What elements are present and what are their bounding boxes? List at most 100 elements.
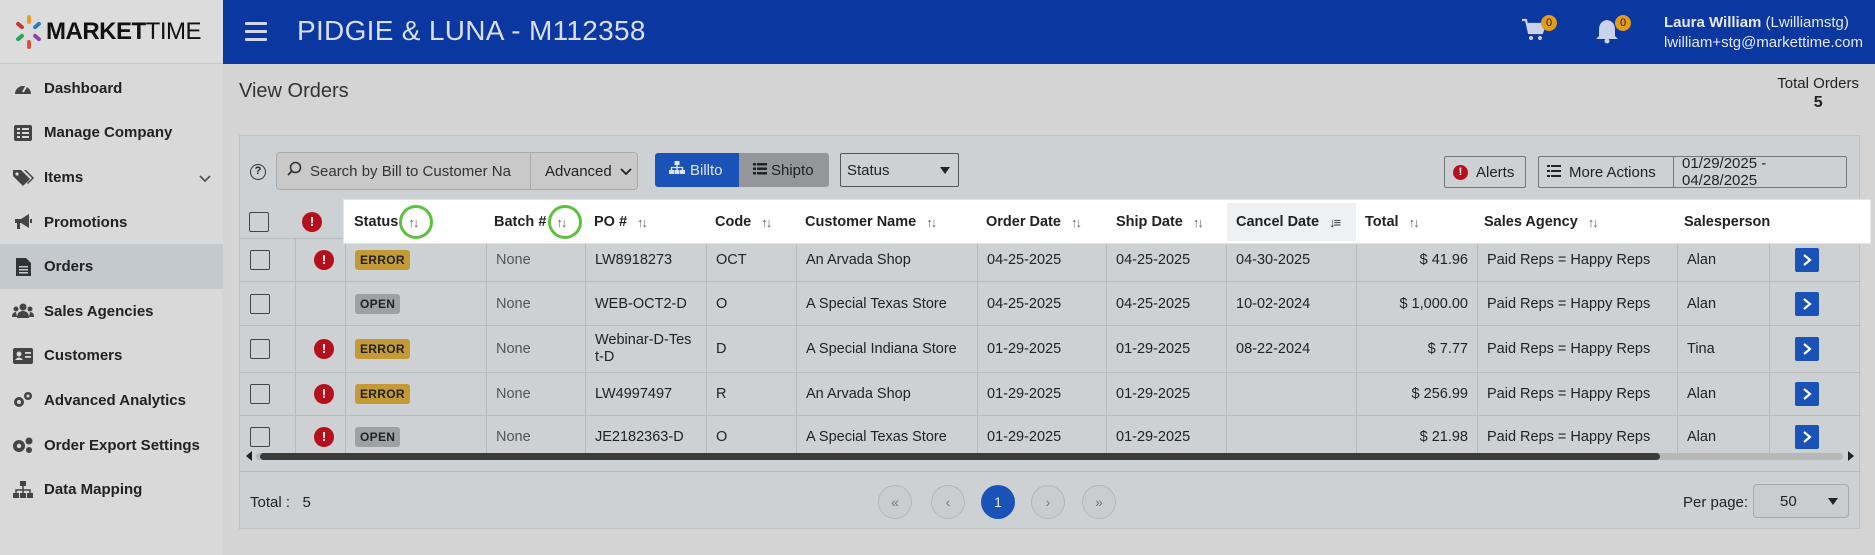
- sidebar-item-items[interactable]: Items: [0, 155, 223, 200]
- status-filter-select[interactable]: Status: [840, 153, 959, 187]
- customer-cell: A Special Texas Store: [796, 282, 977, 325]
- column-header-salesperson[interactable]: Salesperson: [1675, 203, 1770, 241]
- page-number-button[interactable]: 1: [981, 485, 1015, 519]
- cart-icon[interactable]: 0: [1521, 15, 1557, 46]
- alerts-button[interactable]: ! Alerts: [1444, 156, 1526, 188]
- column-header-po[interactable]: PO # ↑↓: [585, 203, 648, 241]
- shipto-toggle[interactable]: Shipto: [739, 153, 829, 187]
- view-order-button[interactable]: [1795, 425, 1819, 449]
- view-order-button[interactable]: [1795, 337, 1819, 361]
- po-cell: LW4997497: [585, 373, 706, 415]
- sort-icon[interactable]: ↑↓: [761, 215, 772, 230]
- table-row[interactable]: ! ERROR None Webinar-D-Tes t-D D A Special Ind…: [240, 325, 1861, 372]
- billto-toggle[interactable]: Billto: [655, 153, 739, 187]
- per-page-select[interactable]: 50: [1753, 484, 1849, 518]
- sort-icon[interactable]: ↑↓: [1409, 215, 1420, 230]
- exclamation-icon[interactable]: !: [314, 427, 334, 447]
- row-checkbox[interactable]: [250, 339, 270, 359]
- code-cell: O: [706, 282, 796, 325]
- help-icon[interactable]: ?: [250, 164, 266, 180]
- action-cell: [1769, 239, 1861, 281]
- sort-icon[interactable]: ↑↓: [1071, 215, 1082, 230]
- sort-icon[interactable]: ↑↓: [926, 215, 937, 230]
- order-code: O: [716, 295, 728, 312]
- exclamation-icon[interactable]: !: [314, 339, 334, 359]
- column-header-ship-date[interactable]: Ship Date ↑↓: [1107, 203, 1204, 241]
- sidebar-item-sales-agencies[interactable]: Sales Agencies: [0, 289, 223, 334]
- prev-page-button[interactable]: ‹: [931, 485, 965, 519]
- po-cell: LW8918273: [585, 239, 706, 281]
- total-orders: Total Orders 5: [1777, 74, 1859, 112]
- next-page-button[interactable]: ›: [1031, 485, 1065, 519]
- row-checkbox[interactable]: [250, 427, 270, 447]
- sidebar-item-orders[interactable]: Orders: [0, 244, 223, 289]
- total-count: Total : 5: [250, 494, 311, 511]
- hamburger-menu-icon[interactable]: [245, 22, 267, 41]
- status-filter-label: Status: [847, 161, 890, 179]
- more-actions-label: More Actions: [1569, 163, 1656, 181]
- advanced-search-dropdown[interactable]: Advanced: [531, 152, 638, 190]
- order-total: $ 41.96: [1419, 252, 1468, 268]
- alert-cell: [295, 282, 345, 325]
- first-page-button[interactable]: «: [878, 485, 912, 519]
- view-order-button[interactable]: [1795, 291, 1819, 316]
- sidebar-item-customers[interactable]: Customers: [0, 334, 223, 379]
- scroll-right-icon[interactable]: [1848, 451, 1854, 461]
- sort-icon[interactable]: ↑↓: [637, 215, 648, 230]
- column-header-code[interactable]: Code ↑↓: [706, 203, 772, 241]
- sidebar-item-advanced-analytics[interactable]: Advanced Analytics: [0, 378, 223, 423]
- sort-icon[interactable]: ↑↓: [1193, 215, 1204, 230]
- sort-icon[interactable]: ↑↓: [1588, 215, 1599, 230]
- chevron-right-icon: [1803, 388, 1812, 400]
- exclamation-icon[interactable]: !: [314, 384, 334, 404]
- sidebar-item-dashboard[interactable]: Dashboard: [0, 66, 223, 111]
- notification-count-badge: 0: [1615, 15, 1631, 31]
- alert-cell: !: [295, 326, 345, 372]
- row-checkbox[interactable]: [250, 384, 270, 404]
- exclamation-icon[interactable]: !: [314, 250, 334, 270]
- sidebar-item-label: Order Export Settings: [44, 436, 200, 454]
- user-info[interactable]: Laura William (Lwilliamstg) lwilliam+stg…: [1664, 13, 1863, 53]
- list-icon: [1547, 164, 1561, 181]
- scroll-left-icon[interactable]: [246, 451, 252, 461]
- select-all-checkbox[interactable]: [249, 212, 269, 232]
- cogs-icon: [12, 436, 34, 454]
- column-header-customer-name[interactable]: Customer Name ↑↓: [796, 203, 937, 241]
- bell-icon[interactable]: 0: [1595, 15, 1631, 46]
- table-row[interactable]: OPEN None WEB-OCT2-D O A Special Texas Store…: [240, 281, 1861, 325]
- search-input[interactable]: [310, 162, 520, 180]
- column-header-total[interactable]: Total ↑↓: [1356, 203, 1420, 241]
- user-name: Laura William: [1663, 14, 1762, 31]
- sidebar-item-label: Items: [44, 168, 84, 186]
- row-checkbox[interactable]: [250, 250, 270, 270]
- date-range-picker[interactable]: 01/29/2025 - 04/28/2025: [1673, 155, 1847, 189]
- select-all-checkbox-cell: [249, 203, 269, 241]
- column-header-order-date[interactable]: Order Date ↑↓: [977, 203, 1082, 241]
- horizontal-scrollbar[interactable]: [242, 449, 1859, 463]
- scrollbar-thumb[interactable]: [260, 453, 1660, 460]
- column-header-sales-agency[interactable]: Sales Agency ↑↓: [1475, 203, 1599, 241]
- brand-logo[interactable]: MARKETTIME: [0, 0, 223, 64]
- code-cell: R: [706, 373, 796, 415]
- sidebar-item-manage-company[interactable]: Manage Company: [0, 111, 223, 156]
- sidebar-item-promotions[interactable]: Promotions: [0, 200, 223, 245]
- column-header-cancel-date[interactable]: Cancel Date ↓≡: [1227, 203, 1356, 241]
- sidebar-item-label: Manage Company: [44, 124, 173, 142]
- chevron-down-icon[interactable]: [199, 170, 211, 187]
- order-date-cell: 04-25-2025: [977, 282, 1106, 325]
- total-cell: $ 7.77: [1356, 326, 1477, 372]
- sidebar-item-order-export-settings[interactable]: Order Export Settings: [0, 423, 223, 468]
- sidebar-item-data-mapping[interactable]: Data Mapping: [0, 467, 223, 512]
- cancel-date: 10-02-2024: [1236, 295, 1311, 312]
- ship-date-cell: 01-29-2025: [1106, 326, 1226, 372]
- view-order-button[interactable]: [1795, 382, 1819, 406]
- row-checkbox[interactable]: [250, 293, 270, 314]
- sales-agency-cell: Paid Reps = Happy Reps: [1477, 373, 1677, 415]
- view-order-button[interactable]: [1795, 248, 1819, 272]
- ship-date: 01-29-2025: [1116, 429, 1191, 445]
- sort-desc-icon[interactable]: ↓≡: [1329, 215, 1341, 230]
- sales-agency-cell: Paid Reps = Happy Reps: [1477, 326, 1677, 372]
- last-page-button[interactable]: »: [1082, 485, 1116, 519]
- table-row[interactable]: ! ERROR None LW8918273 OCT An Arvada Shop 04-2…: [240, 238, 1861, 281]
- table-row[interactable]: ! ERROR None LW4997497 R An Arvada Shop 01-29-…: [240, 372, 1861, 415]
